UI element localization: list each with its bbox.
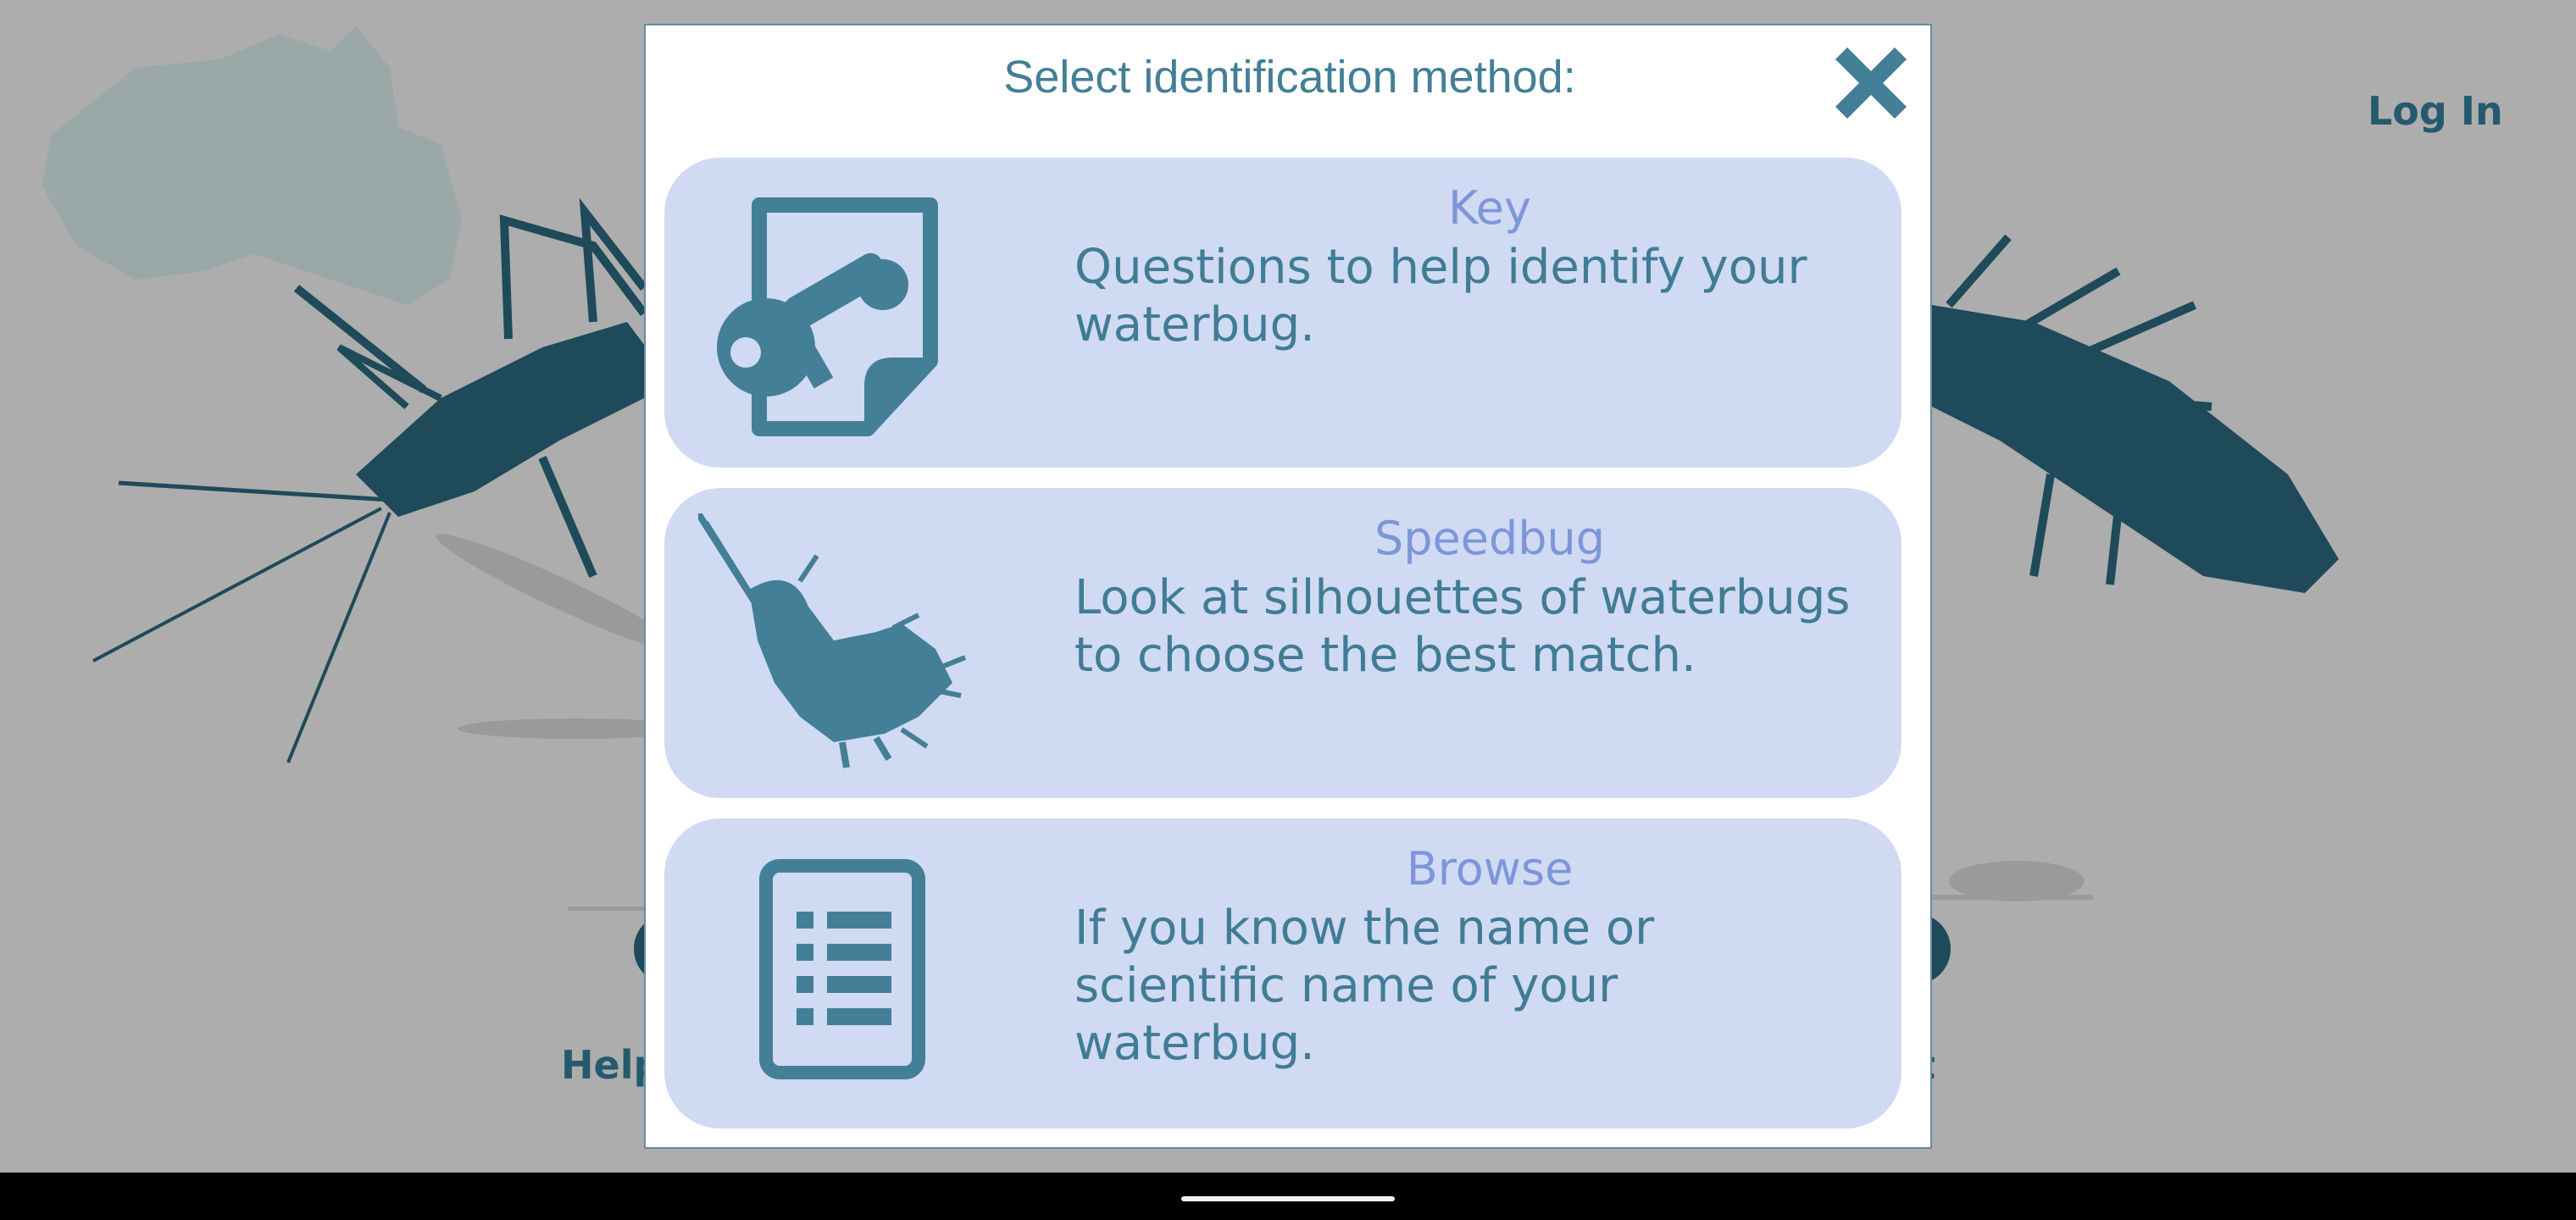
waterbug-silhouette-icon <box>695 511 969 776</box>
option-browse-description: If you know the name or scientific name … <box>1074 901 1655 1071</box>
option-browse[interactable]: Browse If you know the name or scientifi… <box>664 818 1901 1128</box>
option-key[interactable]: Key Questions to help identify your wate… <box>664 158 1901 468</box>
right-insect-silhouette <box>1932 234 2339 593</box>
option-speedbug[interactable]: Speedbug Look at silhouettes of waterbug… <box>664 488 1901 798</box>
option-browse-title: Browse <box>1406 842 1574 896</box>
key-document-icon <box>698 183 969 446</box>
login-link[interactable]: Log In <box>2368 88 2503 134</box>
option-key-description: Questions to help identify your waterbug… <box>1074 240 1807 352</box>
list-icon <box>698 844 969 1106</box>
close-button[interactable] <box>1824 36 1918 130</box>
home-gesture-handle[interactable] <box>1181 1196 1395 1201</box>
dialog-title: Select identification method: <box>1003 52 1576 103</box>
close-icon <box>1835 47 1907 119</box>
option-key-title: Key <box>1448 181 1531 235</box>
option-speedbug-description: Look at silhouettes of waterbugs to choo… <box>1074 570 1851 683</box>
left-insect-silhouette <box>92 197 652 763</box>
identification-method-dialog: Select identification method: Key Questi… <box>644 24 1932 1149</box>
australia-map <box>42 25 462 305</box>
option-speedbug-title: Speedbug <box>1374 512 1606 565</box>
